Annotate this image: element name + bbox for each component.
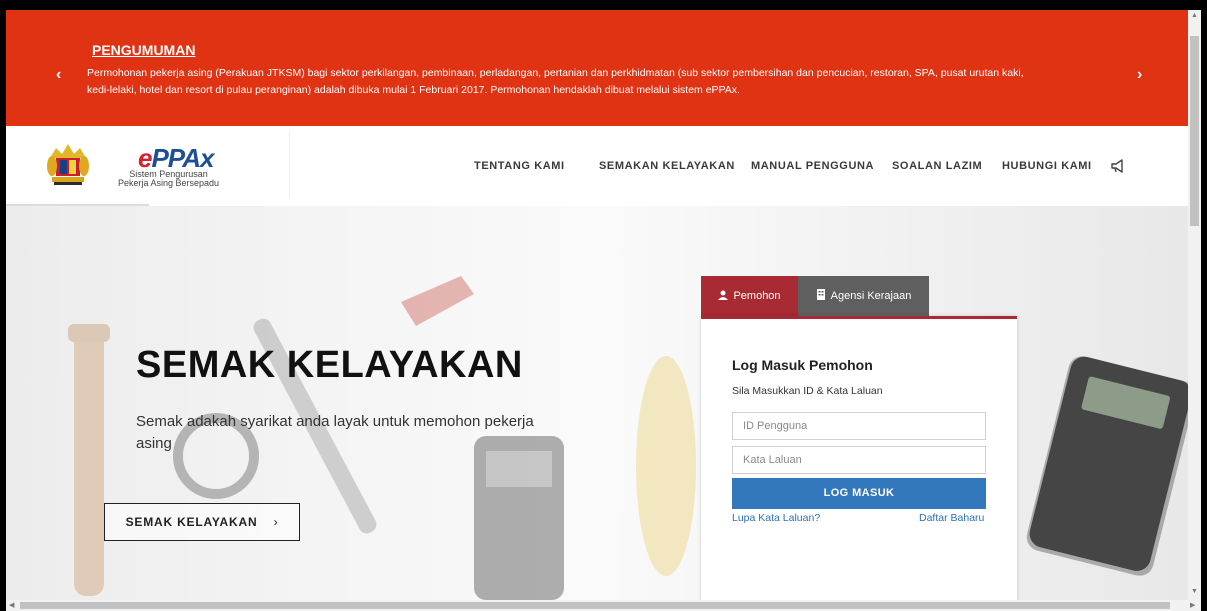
- announcement-prev-arrow[interactable]: ‹: [56, 66, 61, 84]
- nav-hubungi-kami[interactable]: HUBUNGI KAMI: [1002, 160, 1092, 172]
- building-icon: [816, 289, 825, 300]
- logo-brand: ePPAx: [138, 145, 219, 171]
- username-input[interactable]: [732, 412, 986, 440]
- hero-title: SEMAK KELAYAKAN: [136, 344, 523, 386]
- hero-button-label: SEMAK KELAYAKAN: [125, 515, 258, 529]
- login-panel: Log Masuk Pemohon Sila Masukkan ID & Kat…: [701, 316, 1017, 600]
- horizontal-scroll-thumb[interactable]: [20, 602, 1170, 609]
- log-masuk-button[interactable]: LOG MASUK: [732, 478, 986, 509]
- scroll-up-icon[interactable]: ▲: [1191, 12, 1198, 19]
- tab-pemohon[interactable]: Pemohon: [701, 276, 798, 316]
- login-hint: Sila Masukkan ID & Kata Laluan: [732, 385, 883, 397]
- login-heading: Log Masuk Pemohon: [732, 357, 873, 373]
- nav-manual-pengguna[interactable]: MANUAL PENGGUNA: [751, 160, 874, 172]
- hero-description: Semak adakah syarikat anda layak untuk m…: [136, 413, 534, 452]
- nav-semakan-kelayakan[interactable]: SEMAKAN KELAYAKAN: [599, 160, 735, 172]
- tab-agensi-label: Agensi Kerajaan: [830, 290, 912, 302]
- user-icon: [718, 290, 729, 300]
- scroll-down-icon[interactable]: ▼: [1191, 588, 1198, 595]
- megaphone-icon[interactable]: [1110, 159, 1126, 173]
- crest-icon: [47, 144, 89, 185]
- header-divider: [289, 132, 290, 198]
- eppax-logo[interactable]: ePPAx Sistem Pengurusan Pekerja Asing Be…: [118, 145, 220, 188]
- logo-subtitle-line2: Pekerja Asing Bersepadu: [118, 178, 220, 188]
- announcement-message: Permohonan pekerja asing (Perakuan JTKSM…: [87, 67, 1024, 96]
- browser-viewport: ‹ PENGUMUMAN Permohonan pekerja asing (P…: [6, 10, 1188, 600]
- announcement-next-arrow[interactable]: ›: [1137, 66, 1142, 84]
- tab-agensi-kerajaan[interactable]: Agensi Kerajaan: [798, 276, 929, 316]
- nav-soalan-lazim[interactable]: SOALAN LAZIM: [892, 160, 982, 172]
- nav-tentang-kami[interactable]: TENTANG KAMI: [474, 160, 565, 172]
- register-link[interactable]: Daftar Baharu: [919, 512, 984, 524]
- announcement-title[interactable]: PENGUMUMAN: [92, 42, 195, 58]
- forgot-password-link[interactable]: Lupa Kata Laluan?: [732, 512, 820, 524]
- announcement-bar: ‹ PENGUMUMAN Permohonan pekerja asing (P…: [6, 10, 1188, 126]
- scroll-left-icon[interactable]: ◀: [9, 601, 14, 609]
- scroll-right-icon[interactable]: ▶: [1190, 601, 1195, 609]
- horizontal-scrollbar[interactable]: ◀ ▶: [6, 600, 1201, 611]
- vertical-scrollbar[interactable]: ▲ ▼: [1188, 10, 1201, 600]
- chevron-right-icon: ›: [273, 515, 279, 529]
- semak-kelayakan-button[interactable]: SEMAK KELAYAKAN ›: [104, 503, 300, 541]
- password-input[interactable]: [732, 446, 986, 474]
- vertical-scroll-thumb[interactable]: [1190, 36, 1199, 226]
- tab-pemohon-label: Pemohon: [733, 290, 781, 302]
